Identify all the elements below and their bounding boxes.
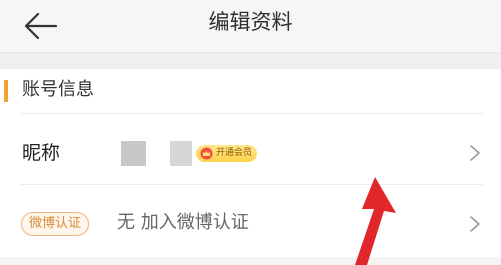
open-vip-badge[interactable]: 开通会员 [196, 145, 258, 162]
account-info-card: 账号信息 昵称 开通会员 微博认证 无 加入微博认证 [0, 69, 501, 257]
crown-icon [200, 147, 213, 160]
weibo-badge-label: 微博认证 [29, 216, 82, 231]
section-accent-bar [4, 80, 8, 102]
nickname-redacted-block [121, 141, 146, 166]
nickname-redacted-block [170, 141, 192, 166]
weibo-verification-row[interactable]: 微博认证 无 加入微博认证 [0, 193, 501, 253]
weibo-verification-value: 无 加入微博认证 [117, 212, 249, 233]
vip-badge-label: 开通会员 [216, 148, 253, 158]
weibo-verification-badge: 微博认证 [21, 212, 90, 236]
divider [20, 184, 483, 185]
nickname-row[interactable]: 昵称 开通会员 [0, 122, 501, 182]
divider [20, 113, 483, 114]
section-title: 账号信息 [22, 79, 94, 100]
section-gap [0, 53, 501, 69]
red-pointer-arrow-icon [355, 177, 396, 265]
top-bar: 编辑资料 [0, 0, 501, 53]
chevron-right-icon [470, 145, 480, 161]
section-header: 账号信息 [0, 69, 501, 113]
page-title: 编辑资料 [208, 10, 293, 34]
nickname-label: 昵称 [22, 142, 61, 164]
chevron-right-icon [470, 216, 480, 232]
